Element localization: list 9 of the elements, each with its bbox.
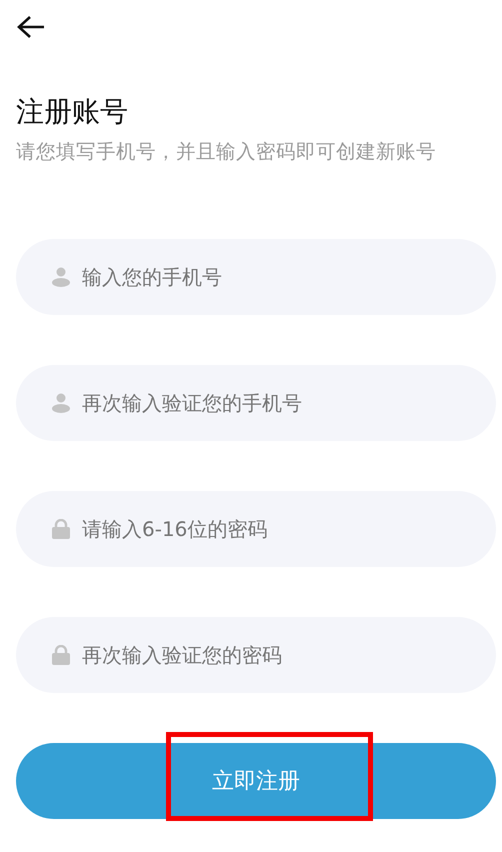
register-button[interactable]: 立即注册 — [16, 743, 496, 819]
input-field[interactable]: 再次输入验证您的密码 — [16, 617, 496, 693]
input-field[interactable]: 再次输入验证您的手机号 — [16, 365, 496, 441]
input-field[interactable]: 输入您的手机号 — [16, 239, 496, 315]
page-title: 注册账号 — [16, 94, 128, 130]
back-button[interactable] — [16, 14, 46, 40]
input-field[interactable]: 请输入6-16位的密码 — [16, 491, 496, 567]
page-subtitle: 请您填写手机号，并且输入密码即可创建新账号 — [16, 139, 436, 165]
back-arrow-icon — [16, 14, 46, 40]
